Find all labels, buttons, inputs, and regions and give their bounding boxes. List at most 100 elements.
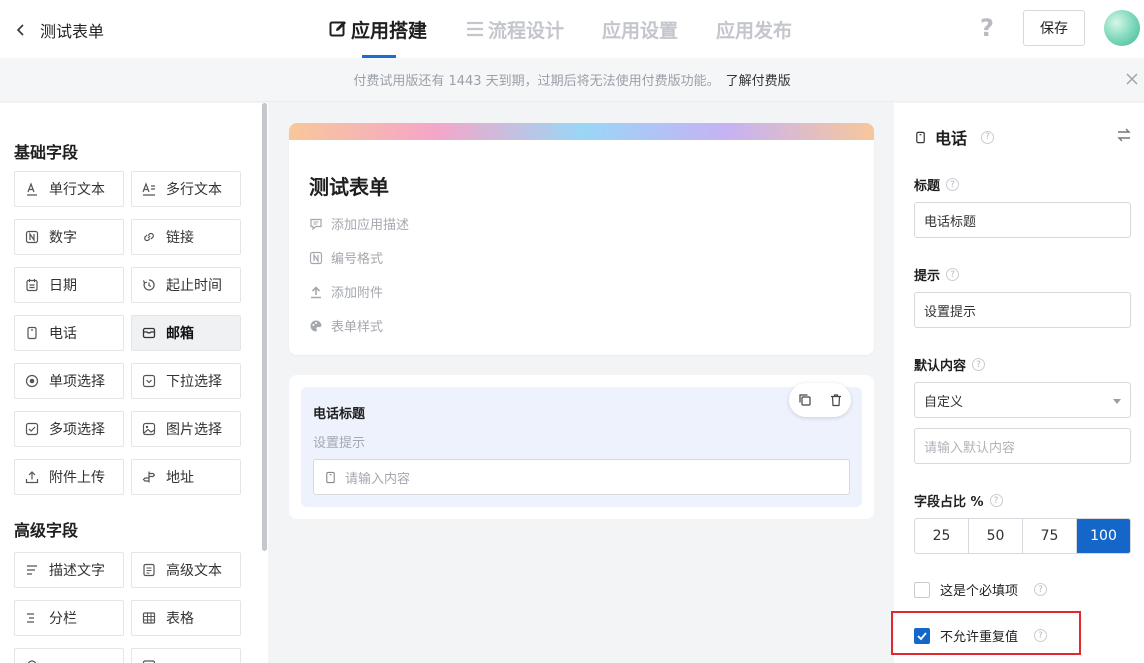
- field-address[interactable]: 地址: [131, 459, 241, 495]
- field-columns[interactable]: 分栏: [14, 600, 124, 636]
- ratio-option-100[interactable]: 100: [1077, 519, 1130, 553]
- tab-app-build[interactable]: 应用搭建: [328, 0, 427, 58]
- edit-icon: [329, 21, 346, 37]
- field-dropdown[interactable]: 下拉选择: [131, 363, 241, 399]
- field-label: 描述文字: [49, 563, 105, 579]
- checkbox-label: 这是个必填项: [940, 584, 1019, 599]
- chevron-left-icon: [16, 24, 24, 36]
- field-label: 图片选择: [166, 422, 222, 438]
- palette-icon: [310, 319, 322, 331]
- field-label: 多项选择: [49, 422, 105, 438]
- add-description-option[interactable]: 添加应用描述: [309, 214, 409, 233]
- field-label: 数字: [49, 230, 77, 246]
- select-value: 自定义: [924, 394, 964, 410]
- field-label: 起止时间: [166, 278, 222, 294]
- swap-icon[interactable]: [1116, 127, 1132, 143]
- field-label: 链接: [166, 230, 194, 246]
- help-icon[interactable]: ?: [946, 178, 960, 191]
- copy-icon[interactable]: [798, 393, 812, 407]
- field-label: 分栏: [49, 611, 77, 627]
- number-icon: [25, 230, 39, 244]
- back-button[interactable]: 测试表单: [14, 18, 104, 42]
- default-content-select[interactable]: 自定义: [914, 382, 1131, 418]
- columns-icon: [25, 611, 39, 625]
- ratio-option-25[interactable]: 25: [915, 519, 969, 553]
- number-format-option[interactable]: 编号格式: [309, 248, 383, 267]
- phone-field-card: 电话标题 设置提示 请输入内容: [289, 375, 874, 519]
- scrollbar[interactable]: [262, 103, 267, 551]
- field-label: 多行文本: [166, 182, 222, 198]
- help-icon[interactable]: ?: [989, 494, 1003, 507]
- field-number[interactable]: 数字: [14, 219, 124, 255]
- phone-icon: [25, 326, 39, 340]
- option-label: 添加附件: [331, 286, 384, 301]
- field-checkbox[interactable]: 多项选择: [14, 411, 124, 447]
- top-header: 测试表单 应用搭建 流程设计 应用设置 应用发布 ? 保存: [0, 0, 1144, 58]
- description-icon: [25, 563, 39, 577]
- field-upload[interactable]: 附件上传: [14, 459, 124, 495]
- form-header-card: 测试表单 添加应用描述 编号格式 添加附件 表单样式: [289, 123, 874, 355]
- field-ratio-group: 25 50 75 100: [914, 518, 1131, 554]
- tab-flow-design[interactable]: 流程设计: [465, 0, 564, 58]
- field-partial-1[interactable]: [14, 648, 124, 663]
- date-icon: [25, 278, 39, 292]
- field-time-range[interactable]: 起止时间: [131, 267, 241, 303]
- field-link[interactable]: 链接: [131, 219, 241, 255]
- tab-label: 流程设计: [488, 19, 565, 42]
- time-range-icon: [142, 278, 156, 292]
- radio-icon: [25, 374, 39, 388]
- field-phone[interactable]: 电话: [14, 315, 124, 351]
- help-icon[interactable]: ?: [980, 14, 994, 42]
- field-table[interactable]: 表格: [131, 600, 241, 636]
- checkbox-icon: [25, 422, 39, 436]
- field-label: 下拉选择: [166, 374, 222, 390]
- default-content-label: 默认内容?: [914, 355, 986, 374]
- required-checkbox[interactable]: 这是个必填项 ?: [914, 580, 1048, 599]
- field-label: 地址: [166, 470, 194, 486]
- phone-input[interactable]: 请输入内容: [313, 459, 850, 495]
- avatar[interactable]: [1104, 10, 1140, 46]
- ratio-option-75[interactable]: 75: [1023, 519, 1077, 553]
- tab-label: 应用发布: [716, 19, 793, 42]
- mail-icon: [142, 326, 156, 340]
- help-icon[interactable]: ?: [981, 130, 995, 144]
- notice-link[interactable]: 了解付费版: [726, 70, 791, 89]
- field-image-select[interactable]: 图片选择: [131, 411, 241, 447]
- input-placeholder: 请输入内容: [345, 471, 411, 487]
- default-content-input[interactable]: 请输入默认内容: [914, 428, 1131, 464]
- help-icon[interactable]: ?: [946, 268, 960, 281]
- form-style-option[interactable]: 表单样式: [309, 316, 383, 335]
- title-input[interactable]: 电话标题: [914, 202, 1131, 238]
- field-rich-text[interactable]: 高级文本: [131, 552, 241, 588]
- close-icon[interactable]: [1125, 72, 1139, 86]
- upload-icon: [311, 285, 321, 298]
- field-label: 附件上传: [49, 470, 105, 486]
- field-radio[interactable]: 单项选择: [14, 363, 124, 399]
- tab-app-settings[interactable]: 应用设置: [602, 0, 678, 58]
- help-icon[interactable]: ?: [972, 358, 986, 371]
- field-date[interactable]: 日期: [14, 267, 124, 303]
- hint-input[interactable]: 设置提示: [914, 292, 1131, 328]
- delete-icon[interactable]: [829, 393, 843, 407]
- field-mail[interactable]: 邮箱: [131, 315, 241, 351]
- field-partial-2[interactable]: [131, 648, 241, 663]
- single-line-text-icon: [25, 182, 39, 196]
- selected-field-block[interactable]: 电话标题 设置提示 请输入内容: [301, 383, 862, 507]
- location-icon: [25, 659, 39, 663]
- rich-text-icon: [142, 563, 156, 577]
- chevron-down-icon: [1113, 399, 1121, 404]
- checkbox-box[interactable]: [914, 581, 930, 598]
- add-attachment-option[interactable]: 添加附件: [309, 282, 383, 301]
- image-icon: [142, 422, 156, 436]
- field-description[interactable]: 描述文字: [14, 552, 124, 588]
- field-multi-line-text[interactable]: 多行文本: [131, 171, 241, 207]
- save-button[interactable]: 保存: [1023, 10, 1085, 46]
- table-icon: [142, 611, 156, 625]
- form-title[interactable]: 测试表单: [309, 171, 389, 200]
- help-icon[interactable]: ?: [1034, 583, 1048, 596]
- field-single-line-text[interactable]: 单行文本: [14, 171, 124, 207]
- flow-icon: [467, 21, 484, 37]
- tab-app-publish[interactable]: 应用发布: [716, 0, 792, 58]
- ratio-option-50[interactable]: 50: [969, 519, 1023, 553]
- field-label: 高级文本: [166, 563, 222, 579]
